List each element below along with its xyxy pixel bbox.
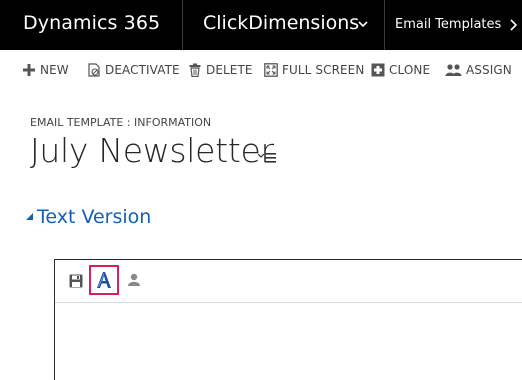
clone-label: CLONE (389, 63, 431, 77)
save-icon[interactable] (69, 274, 83, 288)
app-switcher[interactable]: Dynamics 365 (0, 0, 183, 50)
assign-icon (445, 64, 462, 76)
assign-label: ASSIGN (466, 63, 512, 77)
fullscreen-icon (264, 63, 278, 77)
editor-toolbar (55, 260, 522, 303)
delete-label: DELETE (206, 63, 253, 77)
user-icon[interactable] (127, 273, 141, 287)
deactivate-label: DEACTIVATE (105, 63, 180, 77)
entity-nav[interactable]: Email Templates (385, 0, 522, 50)
full-screen-label: FULL SCREEN (282, 63, 365, 77)
trash-icon (189, 63, 201, 77)
collapse-triangle-icon (26, 213, 33, 220)
form-selector-icon[interactable] (258, 151, 276, 163)
area-selector[interactable]: ClickDimensions (183, 0, 385, 50)
form-type-label: EMAIL TEMPLATE : INFORMATION (30, 116, 212, 129)
new-button[interactable]: NEW (22, 56, 69, 84)
chevron-down-icon (358, 21, 368, 28)
plus-icon (23, 64, 35, 76)
section-text-version[interactable]: Text Version (26, 206, 151, 228)
command-bar: NEW DEACTIVATE DELETE FULL SCREEN CLONE (0, 56, 522, 84)
text-editor (54, 259, 522, 380)
section-label: Text Version (37, 206, 152, 228)
assign-button[interactable]: ASSIGN (445, 56, 512, 84)
entity-name: Email Templates (395, 17, 502, 32)
font-style-button[interactable] (89, 265, 119, 295)
clone-icon (371, 63, 385, 77)
top-nav-bar: Dynamics 365 ClickDimensions Email Templ… (0, 0, 522, 50)
delete-button[interactable]: DELETE (188, 56, 253, 84)
chevron-right-icon (510, 19, 518, 31)
new-label: NEW (40, 63, 69, 77)
clone-button[interactable]: CLONE (371, 56, 430, 84)
area-name: ClickDimensions (203, 12, 360, 34)
font-style-icon (97, 272, 111, 288)
deactivate-icon (88, 63, 100, 77)
deactivate-button[interactable]: DEACTIVATE (87, 56, 180, 84)
full-screen-button[interactable]: FULL SCREEN (264, 56, 364, 84)
page-title: July Newsletter (30, 131, 274, 170)
app-name: Dynamics 365 (23, 12, 161, 34)
